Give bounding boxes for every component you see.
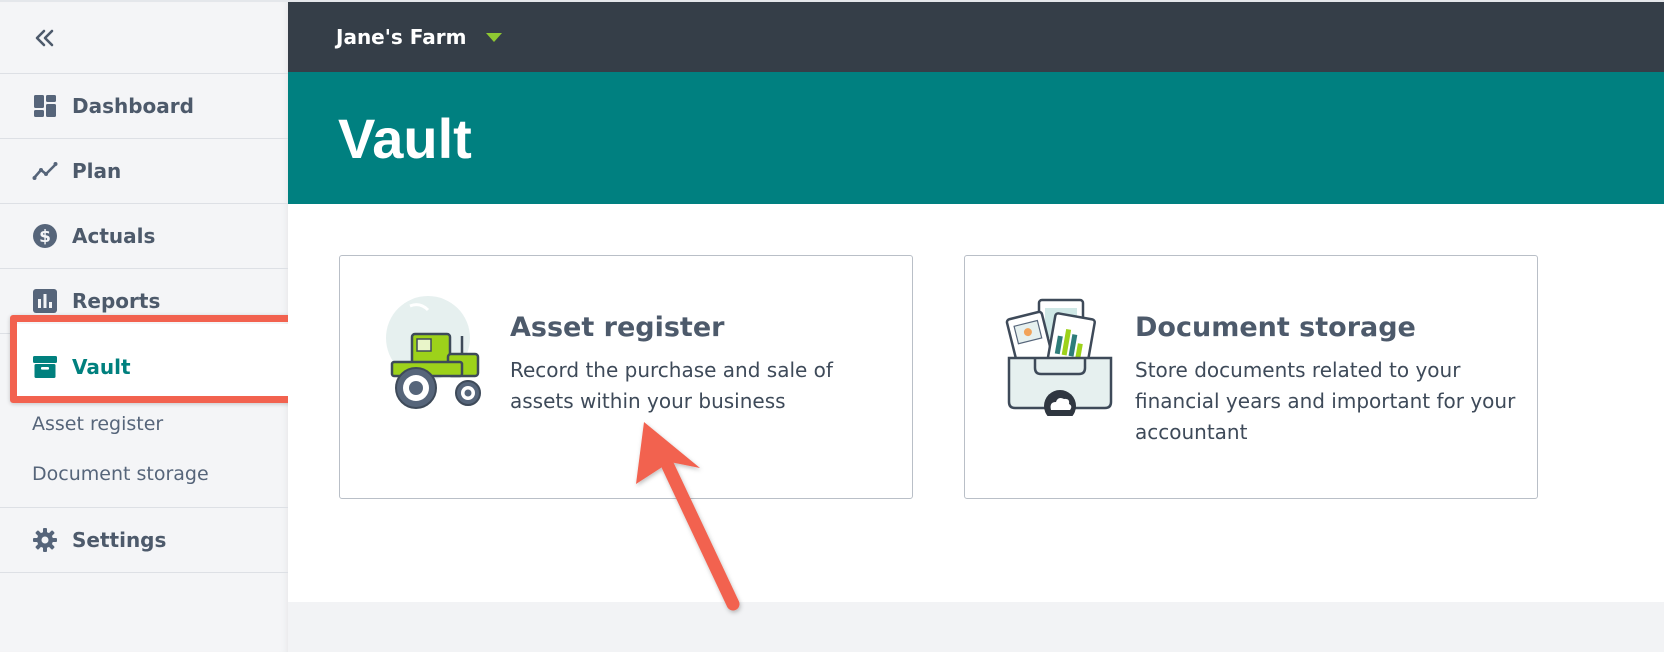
tractor-icon xyxy=(386,296,481,409)
asset-register-card[interactable]: Asset register Record the purchase and s… xyxy=(339,255,913,499)
sidebar: Dashboard Plan $ Actuals Reports Vault A… xyxy=(0,0,291,652)
double-chevron-left-icon xyxy=(35,29,54,46)
sidebar-item-settings[interactable]: Settings xyxy=(0,508,288,573)
sidebar-item-label: Plan xyxy=(72,159,122,183)
card-title: Document storage xyxy=(1135,312,1416,343)
reports-icon xyxy=(32,288,58,314)
card-title: Asset register xyxy=(510,312,725,343)
farm-selector-label[interactable]: Jane's Farm xyxy=(336,25,466,49)
sidebar-subitem-document-storage[interactable]: Document storage xyxy=(0,449,288,499)
dollar-icon: $ xyxy=(32,223,58,249)
vault-icon xyxy=(32,354,58,380)
plan-icon xyxy=(32,158,58,184)
card-description: Store documents related to your financia… xyxy=(1135,358,1516,444)
svg-text:$: $ xyxy=(39,227,51,247)
sidebar-item-label: Actuals xyxy=(72,224,156,248)
sidebar-item-label: Dashboard xyxy=(72,94,194,118)
top-bar: Jane's Farm xyxy=(288,0,1664,72)
sidebar-item-label: Settings xyxy=(72,528,167,552)
gear-icon xyxy=(32,527,58,553)
sidebar-item-plan[interactable]: Plan xyxy=(0,139,288,204)
sidebar-item-actuals[interactable]: $ Actuals xyxy=(0,204,288,269)
page-header: Vault xyxy=(288,72,1664,204)
dashboard-icon xyxy=(32,93,58,119)
document-storage-card[interactable]: Document storage Store documents related… xyxy=(964,255,1538,499)
sidebar-item-label: Reports xyxy=(72,289,161,313)
caret-down-icon[interactable] xyxy=(486,32,503,42)
sidebar-item-label: Vault xyxy=(72,354,131,379)
card-description: Record the purchase and sale of assets w… xyxy=(510,358,833,413)
collapse-sidebar-button[interactable] xyxy=(0,2,288,74)
vault-subnav: Asset register Document storage xyxy=(0,399,288,508)
sidebar-item-dashboard[interactable]: Dashboard xyxy=(0,74,288,139)
sidebar-subitem-asset-register[interactable]: Asset register xyxy=(0,399,288,449)
sidebar-item-vault[interactable]: Vault xyxy=(0,334,288,399)
main-content: Asset register Record the purchase and s… xyxy=(288,204,1664,602)
annotation-arrow-icon xyxy=(636,422,740,611)
page-title: Vault xyxy=(338,106,472,170)
document-folder-icon xyxy=(1005,298,1113,416)
